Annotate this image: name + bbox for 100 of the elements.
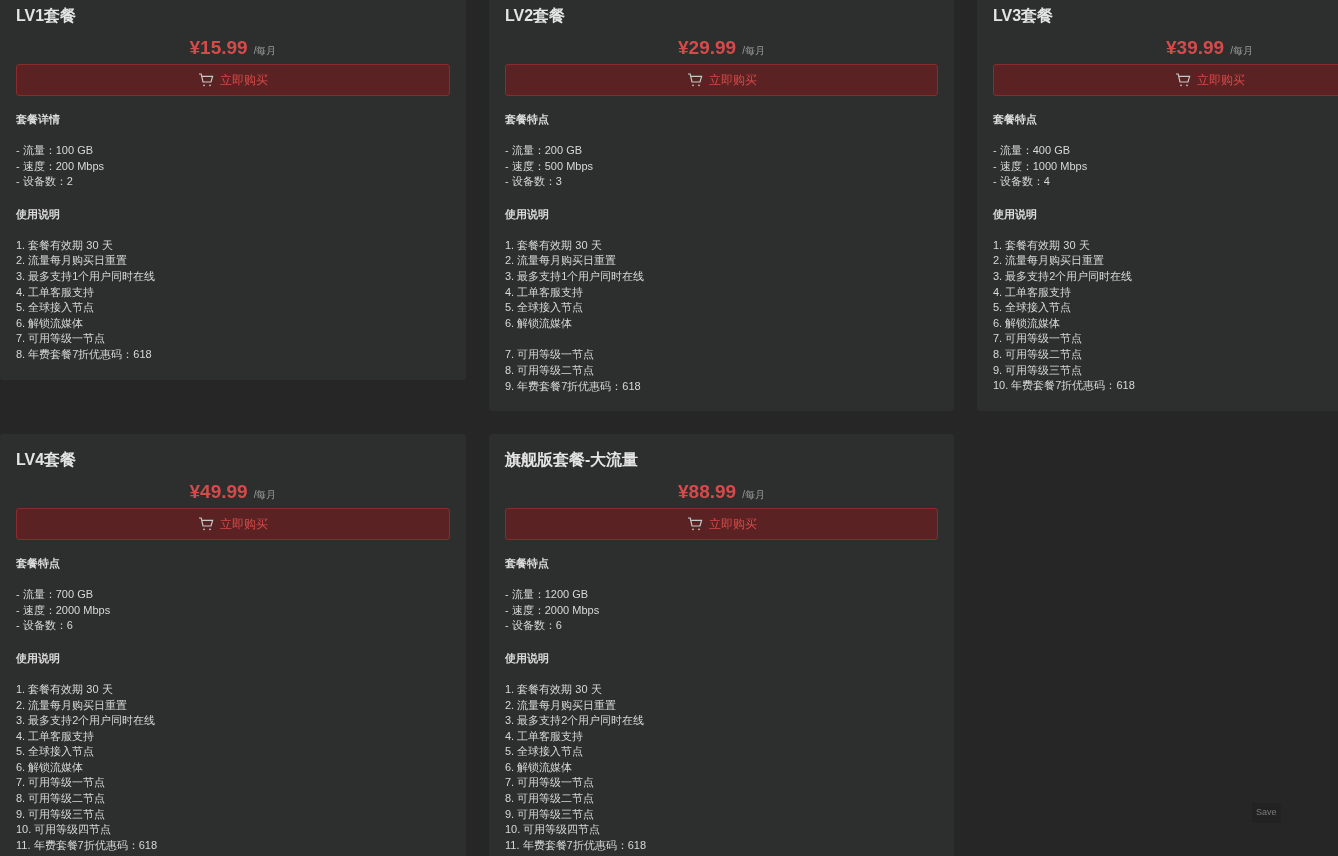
buy-now-button[interactable]: 立即购买 [505, 508, 938, 541]
feature-line: 11. 年费套餐7折优惠码：618 [505, 837, 646, 853]
feature-line: 9. 年费套餐7折优惠码：618 [505, 378, 641, 394]
feature-line: 8. 可用等级二节点 [505, 362, 595, 378]
price-period: /每月 [253, 488, 277, 503]
cart-icon [1174, 73, 1191, 87]
section-heading: 套餐特点 [505, 556, 549, 572]
feature-line: 3. 最多支持1个用户同时在线 [16, 268, 156, 284]
feature-line: 6. 解锁流媒体 [16, 759, 84, 775]
feature-line: 1. 套餐有效期 30 天 [993, 237, 1090, 253]
feature-line: - 速度：2000 Mbps [16, 602, 111, 618]
feature-line: 7. 可用等级一节点 [16, 331, 106, 347]
feature-line: 10. 可用等级四节点 [16, 822, 112, 838]
section-heading: 使用说明 [16, 206, 60, 222]
feature-line: - 设备数：6 [505, 618, 562, 634]
feature-line: - 流量：1200 GB [505, 587, 589, 603]
feature-line: 7. 可用等级一节点 [993, 331, 1083, 347]
cart-icon [198, 73, 214, 87]
feature-line: 6. 解锁流媒体 [993, 315, 1061, 331]
price: ¥15.99 [189, 36, 248, 60]
section-heading: 使用说明 [16, 650, 60, 666]
buy-now-button[interactable]: 立即购买 [16, 64, 450, 96]
feature-line: - 速度：500 Mbps [505, 158, 594, 174]
plan-title: LV4套餐 [16, 450, 77, 471]
feature-line: 5. 全球接入节点 [505, 744, 584, 760]
feature-line: - 速度：200 Mbps [16, 158, 105, 174]
feature-line: - 设备数：6 [16, 618, 73, 634]
feature-line: - 流量：200 GB [505, 143, 583, 158]
feature-line: - 速度：1000 Mbps [993, 158, 1088, 174]
save-button[interactable]: Save [1252, 803, 1281, 823]
feature-line: - 设备数：3 [505, 174, 562, 190]
feature-line: 9. 可用等级三节点 [505, 806, 595, 822]
cart-icon [686, 517, 703, 532]
feature-line: 1. 套餐有效期 30 天 [16, 237, 113, 253]
price-period: /每月 [253, 44, 277, 58]
feature-line: 3. 最多支持2个用户同时在线 [505, 713, 645, 729]
feature-line: 4. 工单客服支持 [16, 728, 95, 744]
plan-title: LV1套餐 [16, 6, 77, 26]
feature-line: 9. 可用等级三节点 [16, 806, 106, 822]
feature-line: - 流量：700 GB [16, 587, 94, 603]
feature-line: - 流量：400 GB [993, 143, 1071, 158]
feature-line: 8. 可用等级二节点 [993, 346, 1083, 362]
feature-line: 4. 工单客服支持 [505, 284, 584, 300]
price-period: /每月 [742, 44, 765, 58]
feature-line: 11. 年费套餐7折优惠码：618 [16, 837, 157, 853]
price: ¥39.99 [1166, 36, 1225, 60]
feature-line: - 速度：2000 Mbps [505, 602, 600, 618]
feature-line: 1. 套餐有效期 30 天 [16, 681, 113, 697]
feature-line: 10. 年费套餐7折优惠码：618 [993, 378, 1135, 394]
feature-line: 4. 工单客服支持 [993, 284, 1072, 300]
feature-line: 5. 全球接入节点 [993, 300, 1072, 316]
feature-line: 2. 流量每月购买日重置 [993, 253, 1105, 269]
price: ¥88.99 [678, 480, 737, 505]
plan-title: LV3套餐 [993, 6, 1054, 26]
feature-line: 3. 最多支持2个用户同时在线 [16, 713, 156, 729]
feature-line: - 设备数：2 [16, 174, 73, 190]
feature-line: 8. 年费套餐7折优惠码：618 [16, 346, 152, 362]
section-heading: 套餐特点 [16, 556, 60, 572]
price: ¥29.99 [678, 36, 737, 60]
feature-line: 2. 流量每月购买日重置 [505, 253, 617, 269]
feature-line: 8. 可用等级二节点 [16, 791, 106, 807]
feature-line: 2. 流量每月购买日重置 [505, 697, 617, 713]
feature-line: 6. 解锁流媒体 [505, 759, 573, 775]
feature-line: 5. 全球接入节点 [505, 300, 584, 316]
feature-line: 3. 最多支持2个用户同时在线 [993, 268, 1133, 284]
feature-line: 1. 套餐有效期 30 天 [505, 237, 602, 253]
buy-now-button[interactable]: 立即购买 [505, 64, 938, 96]
feature-line: 5. 全球接入节点 [16, 744, 95, 760]
feature-line: 6. 解锁流媒体 [505, 315, 573, 331]
section-heading: 使用说明 [505, 650, 549, 666]
plan-title: 旗舰版套餐-大流量 [505, 450, 639, 471]
feature-line: 2. 流量每月购买日重置 [16, 697, 128, 713]
feature-line: 8. 可用等级二节点 [505, 791, 595, 807]
section-heading: 套餐特点 [505, 112, 549, 127]
price-period: /每月 [1230, 44, 1253, 58]
feature-line: 5. 全球接入节点 [16, 300, 95, 316]
feature-line: 6. 解锁流媒体 [16, 315, 84, 331]
price: ¥49.99 [189, 480, 248, 505]
section-heading: 使用说明 [993, 206, 1037, 222]
feature-line: 7. 可用等级一节点 [505, 347, 595, 363]
buy-now-button[interactable]: 立即购买 [993, 64, 1338, 96]
feature-line: 10. 可用等级四节点 [505, 822, 601, 838]
cart-icon [686, 73, 703, 87]
feature-line: 4. 工单客服支持 [505, 728, 584, 744]
feature-line: - 流量：100 GB [16, 143, 94, 158]
price-period: /每月 [742, 488, 765, 503]
feature-line: 3. 最多支持1个用户同时在线 [505, 268, 645, 284]
section-heading: 套餐特点 [993, 112, 1037, 127]
section-heading: 使用说明 [505, 206, 549, 222]
feature-line: 4. 工单客服支持 [16, 284, 95, 300]
buy-now-button[interactable]: 立即购买 [16, 508, 450, 541]
feature-line: 7. 可用等级一节点 [505, 775, 595, 791]
feature-line: 7. 可用等级一节点 [16, 775, 106, 791]
feature-line: 2. 流量每月购买日重置 [16, 253, 128, 269]
section-heading: 套餐详情 [16, 112, 60, 127]
feature-line: - 设备数：4 [993, 174, 1050, 190]
cart-icon [198, 517, 214, 532]
feature-line: 1. 套餐有效期 30 天 [505, 681, 602, 697]
feature-line: 9. 可用等级三节点 [993, 362, 1083, 378]
plan-title: LV2套餐 [505, 6, 566, 26]
